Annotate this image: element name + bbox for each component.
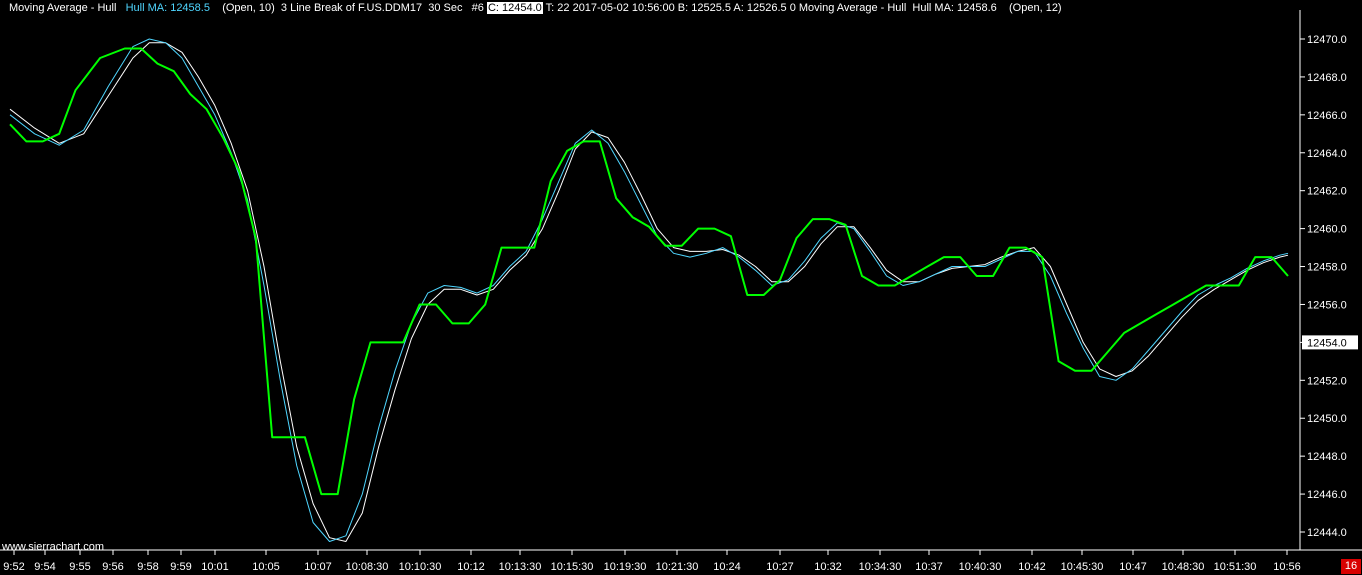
- x-tick-label: 9:56: [102, 561, 123, 573]
- x-tick-label: 10:56: [1273, 561, 1301, 573]
- series-line-2: [9, 42, 1289, 542]
- y-tick-label: 12466.0: [1307, 110, 1347, 122]
- x-tick-label: 10:07: [304, 561, 332, 573]
- x-tick-label: 10:08:30: [346, 561, 389, 573]
- x-tick-label: 10:47: [1119, 561, 1147, 573]
- x-tick-label: 10:51:30: [1214, 561, 1257, 573]
- region-badge[interactable]: 16: [1341, 559, 1361, 574]
- y-tick-label: 12460.0: [1307, 224, 1347, 236]
- chart-axes: [0, 10, 1362, 555]
- watermark: www.sierrachart.com: [2, 541, 105, 553]
- x-tick-label: 10:34:30: [859, 561, 902, 573]
- x-tick-label: 10:32: [814, 561, 842, 573]
- price-chart[interactable]: 12444.0 12446.0 12448.0 12450.0 12452.0 12454…: [0, 0, 1362, 575]
- y-tick-label: 12456.0: [1307, 299, 1347, 311]
- x-tick-label: 10:15:30: [551, 561, 594, 573]
- x-tick-label: 10:01: [201, 561, 229, 573]
- y-tick-label: 12462.0: [1307, 186, 1347, 198]
- x-tick-label: 9:54: [34, 561, 55, 573]
- y-tick-label: 12446.0: [1307, 489, 1347, 501]
- series-line-0: [9, 47, 1289, 496]
- x-tick-label: 10:13:30: [499, 561, 542, 573]
- x-tick-label: 10:42: [1018, 561, 1046, 573]
- x-tick-label: 10:45:30: [1061, 561, 1104, 573]
- current-price-label: 12454.0: [1307, 337, 1347, 349]
- y-tick-label: 12468.0: [1307, 72, 1347, 84]
- y-tick-label: 12470.0: [1307, 34, 1347, 46]
- x-tick-label: 9:58: [137, 561, 158, 573]
- x-tick-label: 10:12: [457, 561, 485, 573]
- chart-labels: 12444.0 12446.0 12448.0 12450.0 12452.0 12454…: [3, 34, 1358, 573]
- series-line-1: [9, 38, 1289, 542]
- x-tick-label: 9:52: [3, 561, 24, 573]
- x-tick-label: 10:24: [713, 561, 741, 573]
- x-tick-label: 10:27: [766, 561, 794, 573]
- y-tick-label: 12452.0: [1307, 375, 1347, 387]
- x-tick-label: 10:40:30: [959, 561, 1002, 573]
- x-tick-label: 10:21:30: [656, 561, 699, 573]
- x-tick-label: 10:48:30: [1162, 561, 1205, 573]
- y-tick-label: 12444.0: [1307, 527, 1347, 539]
- x-tick-label: 9:59: [170, 561, 191, 573]
- x-tick-label: 10:10:30: [399, 561, 442, 573]
- x-tick-label: 9:55: [69, 561, 90, 573]
- y-tick-label: 12458.0: [1307, 262, 1347, 274]
- x-tick-label: 10:05: [252, 561, 280, 573]
- y-tick-label: 12450.0: [1307, 413, 1347, 425]
- x-tick-label: 10:19:30: [604, 561, 647, 573]
- y-tick-label: 12448.0: [1307, 451, 1347, 463]
- x-tick-label: 10:37: [915, 561, 943, 573]
- y-tick-label: 12464.0: [1307, 148, 1347, 160]
- chart-series: [9, 38, 1289, 542]
